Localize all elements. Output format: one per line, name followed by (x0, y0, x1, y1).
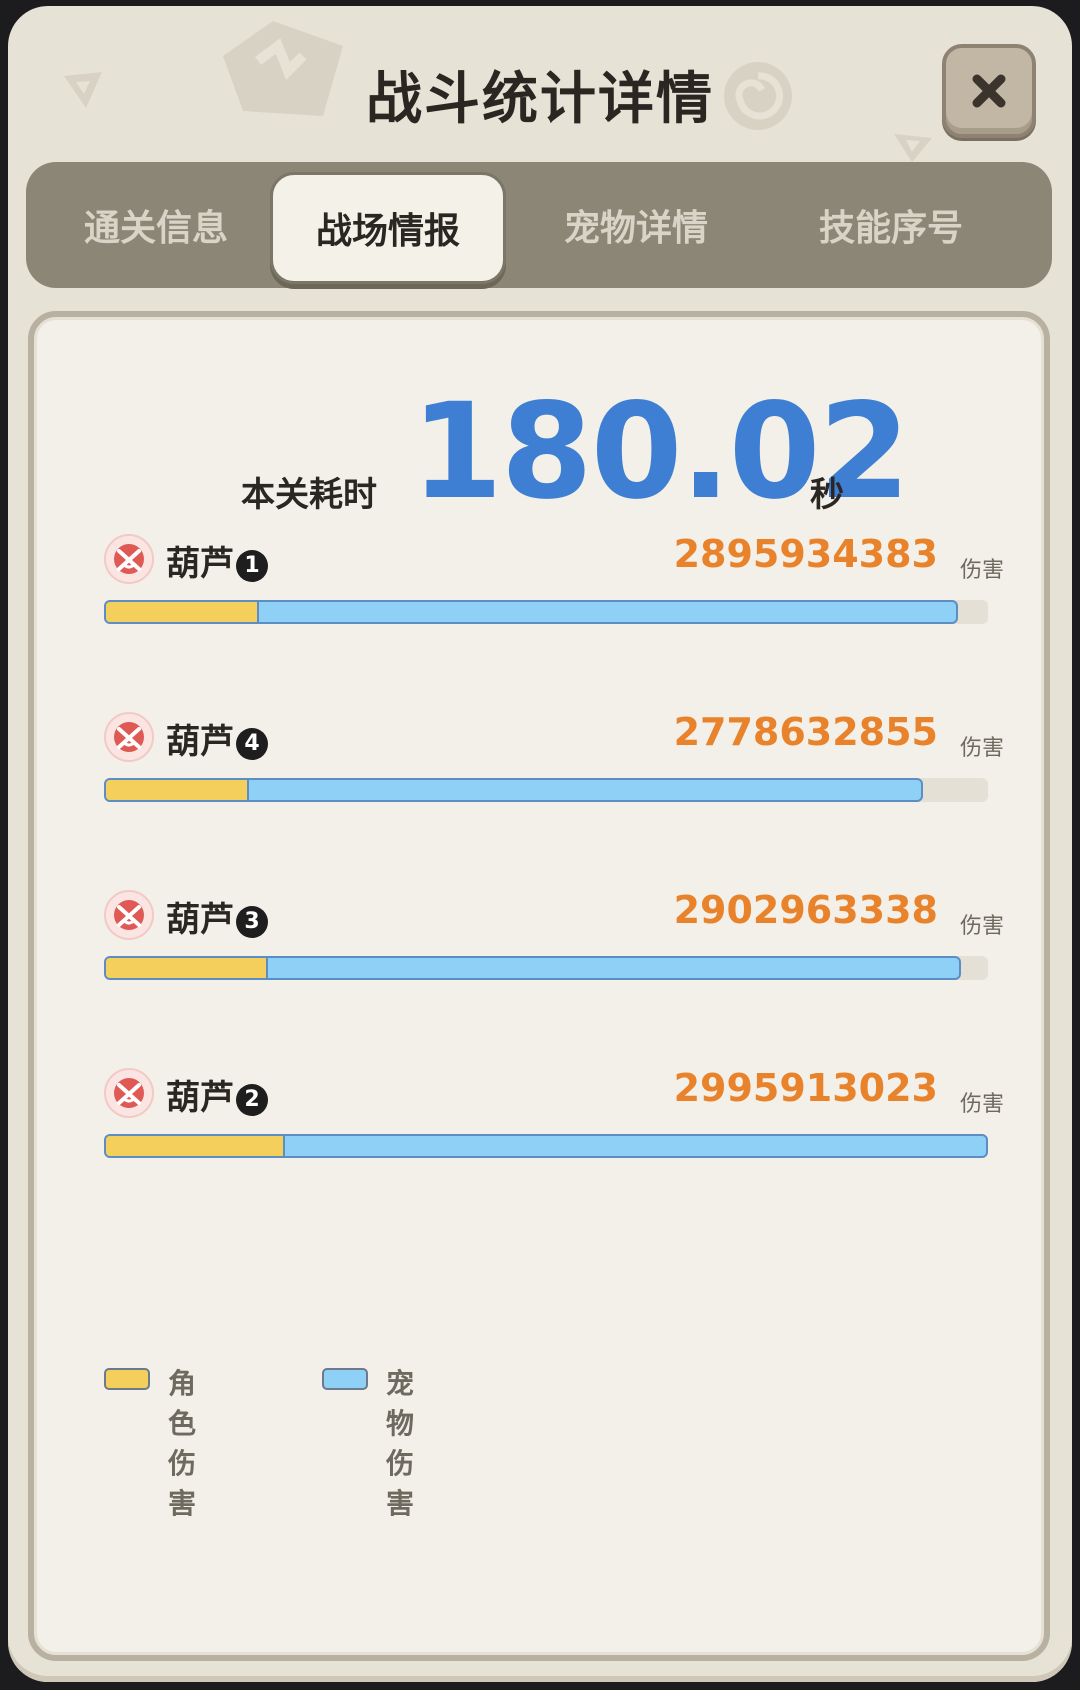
character-damage-bar (106, 602, 259, 622)
player-row: 葫芦 4 2778632855 伤害 (104, 710, 1004, 820)
tab-pet-details[interactable]: 宠物详情 (526, 162, 746, 288)
tab-battlefield-intel[interactable]: 战场情报 (270, 172, 506, 284)
pet-damage-bar (104, 1134, 988, 1158)
page-title: 战斗统计详情 (366, 67, 714, 132)
time-label: 本关耗时 (241, 475, 377, 515)
character-damage-bar (106, 1136, 285, 1156)
battlefield-content: 本关耗时 180.02 秒 葫芦 1 2895934383 伤害 葫芦 4 27… (28, 311, 1050, 1661)
player-badge: 3 (236, 906, 268, 938)
player-badge: 4 (236, 728, 268, 760)
damage-bar-track (104, 600, 988, 624)
player-row: 葫芦 1 2895934383 伤害 (104, 532, 1004, 642)
legend-character-label: 角色伤害 (168, 1367, 197, 1520)
player-name: 葫芦 4 (166, 714, 268, 763)
player-name: 葫芦 1 (166, 536, 268, 585)
tab-clear-info[interactable]: 通关信息 (46, 162, 266, 288)
player-damage-value: 2895934383 (673, 532, 938, 576)
player-class-icon (104, 1068, 154, 1118)
close-icon (972, 74, 1006, 108)
player-row: 葫芦 2 2995913023 伤害 (104, 1066, 1004, 1176)
close-button[interactable] (942, 44, 1036, 138)
legend-pet-label: 宠物伤害 (386, 1367, 415, 1520)
damage-unit: 伤害 (959, 736, 1004, 761)
tab-bar: 通关信息 战场情报 宠物详情 技能序号 (26, 162, 1052, 288)
player-damage-value: 2995913023 (673, 1066, 938, 1110)
player-damage-value: 2778632855 (673, 710, 938, 754)
player-badge: 2 (236, 1084, 268, 1116)
battle-stats-panel: 战斗统计详情 通关信息 战场情报 宠物详情 技能序号 本关耗时 180.02 秒… (8, 6, 1072, 1682)
legend-swatch-pet (322, 1368, 368, 1390)
player-class-icon (104, 534, 154, 584)
damage-unit: 伤害 (959, 914, 1004, 939)
time-unit: 秒 (810, 475, 844, 515)
player-class-icon (104, 890, 154, 940)
player-class-icon (104, 712, 154, 762)
damage-unit: 伤害 (959, 1092, 1004, 1117)
pet-damage-bar (104, 778, 923, 802)
tab-skill-order[interactable]: 技能序号 (756, 162, 1026, 288)
legend-swatch-character (104, 1368, 150, 1390)
player-damage-value: 2902963338 (673, 888, 938, 932)
pet-damage-bar (104, 600, 958, 624)
pet-damage-bar (104, 956, 961, 980)
player-badge: 1 (236, 550, 268, 582)
damage-bar-track (104, 778, 988, 802)
player-name: 葫芦 2 (166, 1070, 268, 1119)
damage-bar-track (104, 956, 988, 980)
character-damage-bar (106, 780, 249, 800)
character-damage-bar (106, 958, 268, 978)
player-row: 葫芦 3 2902963338 伤害 (104, 888, 1004, 998)
player-name: 葫芦 3 (166, 892, 268, 941)
damage-bar-track (104, 1134, 988, 1158)
stage-time: 本关耗时 180.02 秒 (34, 377, 1044, 527)
damage-unit: 伤害 (959, 558, 1004, 583)
